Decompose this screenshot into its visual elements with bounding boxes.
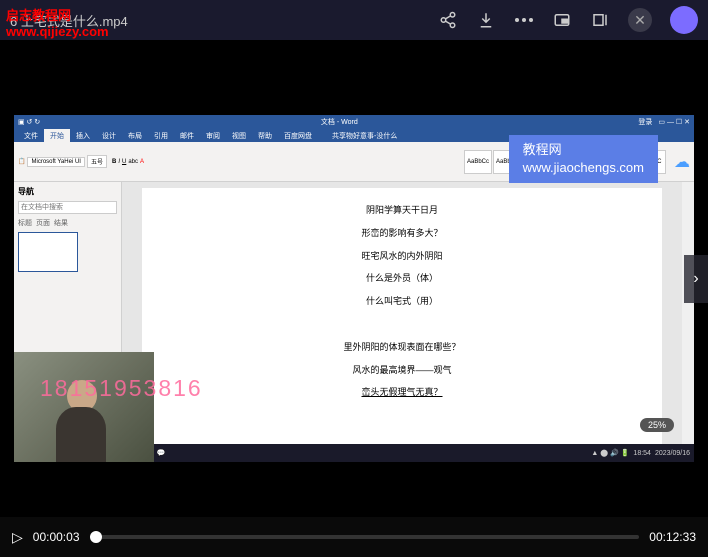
word-title: 文档 - Word	[40, 117, 638, 127]
tab-file[interactable]: 文件	[18, 129, 44, 142]
bold-button[interactable]: B	[112, 159, 116, 165]
tray-icons[interactable]: ▲ ⬤ 🔊 🔋	[591, 449, 629, 457]
nav-page-thumb[interactable]	[18, 232, 78, 272]
watermark-blue: 教程网 www.jiaochengs.com	[509, 135, 658, 183]
tab-mailings[interactable]: 邮件	[174, 129, 200, 142]
progress-thumb[interactable]	[90, 531, 102, 543]
close-icon[interactable]: ✕	[628, 8, 652, 32]
word-window-controls[interactable]: ▭ — ☐ ✕	[658, 118, 690, 126]
share-icon[interactable]	[438, 10, 458, 30]
watermark-top-left: 启志教程网 www.qijiezy.com	[6, 8, 109, 39]
font-color-button[interactable]: A	[140, 159, 144, 165]
nav-tab-headings[interactable]: 标题	[18, 218, 32, 228]
taskbar-date[interactable]: 2023/09/16	[655, 450, 690, 457]
video-viewport: ▣ ↺ ↻ 文档 - Word 登录 ▭ — ☐ ✕ 文件 开始 插入 设计 布…	[0, 40, 708, 517]
doc-line: 峦头无假理气无真？	[212, 383, 592, 403]
doc-line: 什么叫宅式（用）	[212, 292, 592, 312]
progress-bar[interactable]	[90, 535, 640, 539]
doc-line: 形峦的影响有多大？	[212, 224, 592, 244]
tab-references[interactable]: 引用	[148, 129, 174, 142]
doc-line: 里外阴阳的体现表面在哪些？	[212, 338, 592, 358]
wechat-icon[interactable]: 💬	[154, 446, 168, 460]
tab-help[interactable]: 帮助	[252, 129, 278, 142]
webcam-overlay	[14, 352, 154, 462]
tab-review[interactable]: 审阅	[200, 129, 226, 142]
sidebar-toggle-icon[interactable]	[590, 10, 610, 30]
tab-design[interactable]: 设计	[96, 129, 122, 142]
cloud-icon[interactable]: ☁	[674, 152, 690, 172]
video-player-controls: ▷ 00:00:03 00:12:33	[0, 517, 708, 557]
nav-search-input[interactable]	[18, 201, 117, 214]
zoom-badge[interactable]: 25%	[640, 418, 674, 432]
nav-tab-pages[interactable]: 页面	[36, 218, 50, 228]
word-login[interactable]: 登录	[638, 117, 652, 127]
ribbon-clipboard[interactable]: 📋	[18, 158, 25, 165]
tab-view[interactable]: 视图	[226, 129, 252, 142]
next-arrow[interactable]: ›	[684, 255, 708, 303]
nav-title: 导航	[18, 186, 117, 197]
word-titlebar: ▣ ↺ ↻ 文档 - Word 登录 ▭ — ☐ ✕	[14, 115, 694, 129]
word-qat: ▣ ↺ ↻	[18, 118, 40, 126]
titlebar-actions: ✕	[438, 6, 698, 34]
word-tell-me[interactable]: 共享物好意事-没什么	[326, 129, 403, 142]
taskbar-time[interactable]: 18:54	[633, 450, 651, 457]
play-button[interactable]: ▷	[12, 529, 23, 546]
elapsed-time: 00:00:03	[33, 530, 80, 544]
doc-line: 旺宅风水的内外阴阳	[212, 247, 592, 267]
download-icon[interactable]	[476, 10, 496, 30]
italic-button[interactable]: I	[118, 159, 120, 165]
tab-home[interactable]: 开始	[44, 129, 70, 142]
scrollbar[interactable]	[682, 182, 694, 462]
underline-button[interactable]: U	[122, 159, 126, 165]
font-name-select[interactable]: Microsoft YaHei UI	[27, 157, 84, 167]
tab-layout[interactable]: 布局	[122, 129, 148, 142]
tab-insert[interactable]: 插入	[70, 129, 96, 142]
pip-icon[interactable]	[552, 10, 572, 30]
tab-baidu[interactable]: 百度网盘	[278, 129, 318, 142]
doc-line: 风水的最高境界——观气	[212, 361, 592, 381]
total-time: 00:12:33	[649, 530, 696, 544]
avatar[interactable]	[670, 6, 698, 34]
doc-line: 阴阳学算天干日月	[212, 201, 592, 221]
document-page[interactable]: 阴阳学算天干日月 形峦的影响有多大？ 旺宅风水的内外阴阳 什么是外员（体） 什么…	[142, 188, 662, 456]
nav-tab-results[interactable]: 结果	[54, 218, 68, 228]
more-icon[interactable]	[514, 10, 534, 30]
strike-button[interactable]: abc	[128, 159, 138, 165]
doc-line: 什么是外员（体）	[212, 269, 592, 289]
watermark-phone: 18151953816	[40, 375, 203, 402]
font-size-select[interactable]: 五号	[87, 155, 107, 168]
style-item[interactable]: AaBbCc	[464, 150, 492, 174]
